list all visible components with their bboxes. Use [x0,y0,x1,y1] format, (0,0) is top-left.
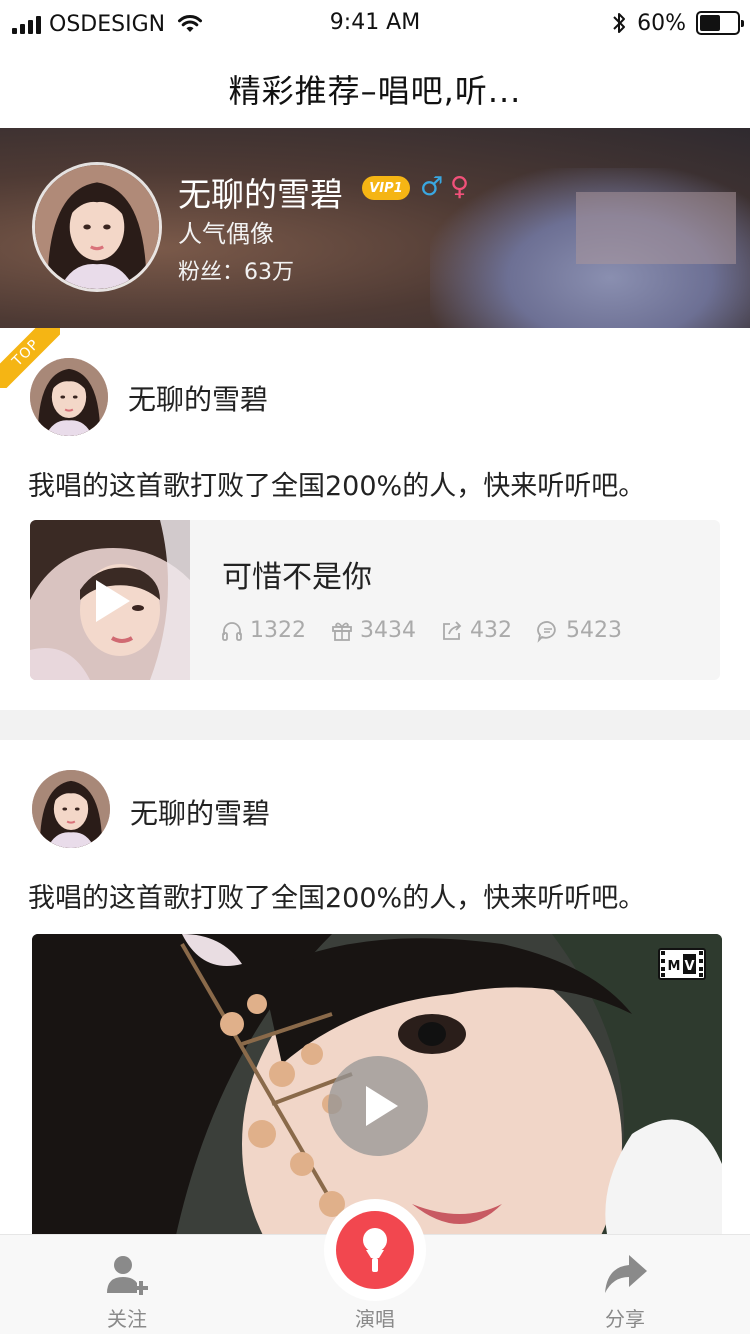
gifts-count: 3434 [360,618,416,643]
post-username[interactable]: 无聊的雪碧 [128,378,268,418]
song-title: 可惜不是你 [222,560,372,595]
sing-button-inner [336,1211,414,1289]
profile-role: 人气偶像 [178,220,274,248]
page-title: 精彩推荐–唱吧,听... [228,72,522,110]
post-text: 我唱的这首歌打败了全国200%的人，快来听听吧。 [28,883,646,914]
listens-stat: 1322 [220,618,306,643]
comment-icon [537,620,556,643]
avatar-image [30,358,108,436]
share-icon [443,620,462,640]
female-icon: ♀ [450,172,470,202]
gift-icon [332,622,352,641]
post-card[interactable]: TOP 无聊的雪碧 我唱的这首歌打败了全国200%的人，快来听听吧。 可惜不是你… [0,328,750,710]
bluetooth-icon [613,13,626,33]
battery-fill [700,15,720,31]
mv-badge-label-m: M [668,959,681,974]
avatar-image [35,165,159,289]
profile-banner[interactable]: 无聊的雪碧 VIP1 ♂ ♀ 人气偶像 粉丝：63万 [0,128,750,328]
play-button[interactable] [328,1056,428,1156]
headphones-icon [222,621,242,641]
comments-count: 5423 [566,618,622,643]
sing-button[interactable] [330,1205,420,1295]
tab-share-label: 分享 [605,1307,645,1331]
play-icon[interactable] [96,580,130,622]
section-divider [0,710,750,740]
battery-icon [696,11,744,35]
status-right: 60% [611,8,744,38]
profile-name: 无聊的雪碧 [178,175,343,214]
mv-icon: M V [658,948,706,980]
avatar[interactable] [32,162,162,292]
profile-fans: 粉丝：63万 [178,260,294,285]
status-bar: OSDESIGN 9:41 AM 60% [0,0,750,50]
microphone-icon [363,1228,387,1272]
battery-percent: 60% [637,10,686,36]
song-card[interactable]: 可惜不是你 1322 3434 432 5423 [30,520,720,680]
song-stats: 1322 3434 432 5423 [220,618,646,643]
male-icon: ♂ [420,172,444,202]
add-user-icon [107,1256,148,1295]
gifts-stat: 3434 [330,618,416,643]
banner-background-blur [576,192,736,264]
avatar-image [32,770,110,848]
post-avatar[interactable] [32,770,110,848]
tab-sing-label: 演唱 [355,1307,395,1331]
share-arrow-icon [605,1255,647,1293]
shares-stat: 432 [440,618,512,643]
listens-count: 1322 [250,618,306,643]
shares-count: 432 [470,618,512,643]
tab-follow-label: 关注 [107,1307,147,1331]
post-card[interactable]: 无聊的雪碧 我唱的这首歌打败了全国200%的人，快来听听吧。 M V [0,740,750,1240]
post-text: 我唱的这首歌打败了全国200%的人，快来听听吧。 [28,471,646,502]
mv-badge-label-v: V [684,959,694,974]
post-username[interactable]: 无聊的雪碧 [130,792,270,832]
mv-video[interactable]: M V [32,934,722,1240]
vip-badge: VIP1 [362,176,410,200]
comments-stat: 5423 [536,618,622,643]
title-bar: 精彩推荐–唱吧,听... [0,50,750,128]
tab-share[interactable]: 分享 [550,1235,700,1334]
tab-bar: 关注 演唱 分享 [0,1205,750,1334]
tab-sing[interactable]: 演唱 [320,1205,430,1334]
song-cover[interactable] [30,520,190,680]
post-avatar[interactable] [30,358,108,436]
tab-follow[interactable]: 关注 [52,1235,202,1334]
